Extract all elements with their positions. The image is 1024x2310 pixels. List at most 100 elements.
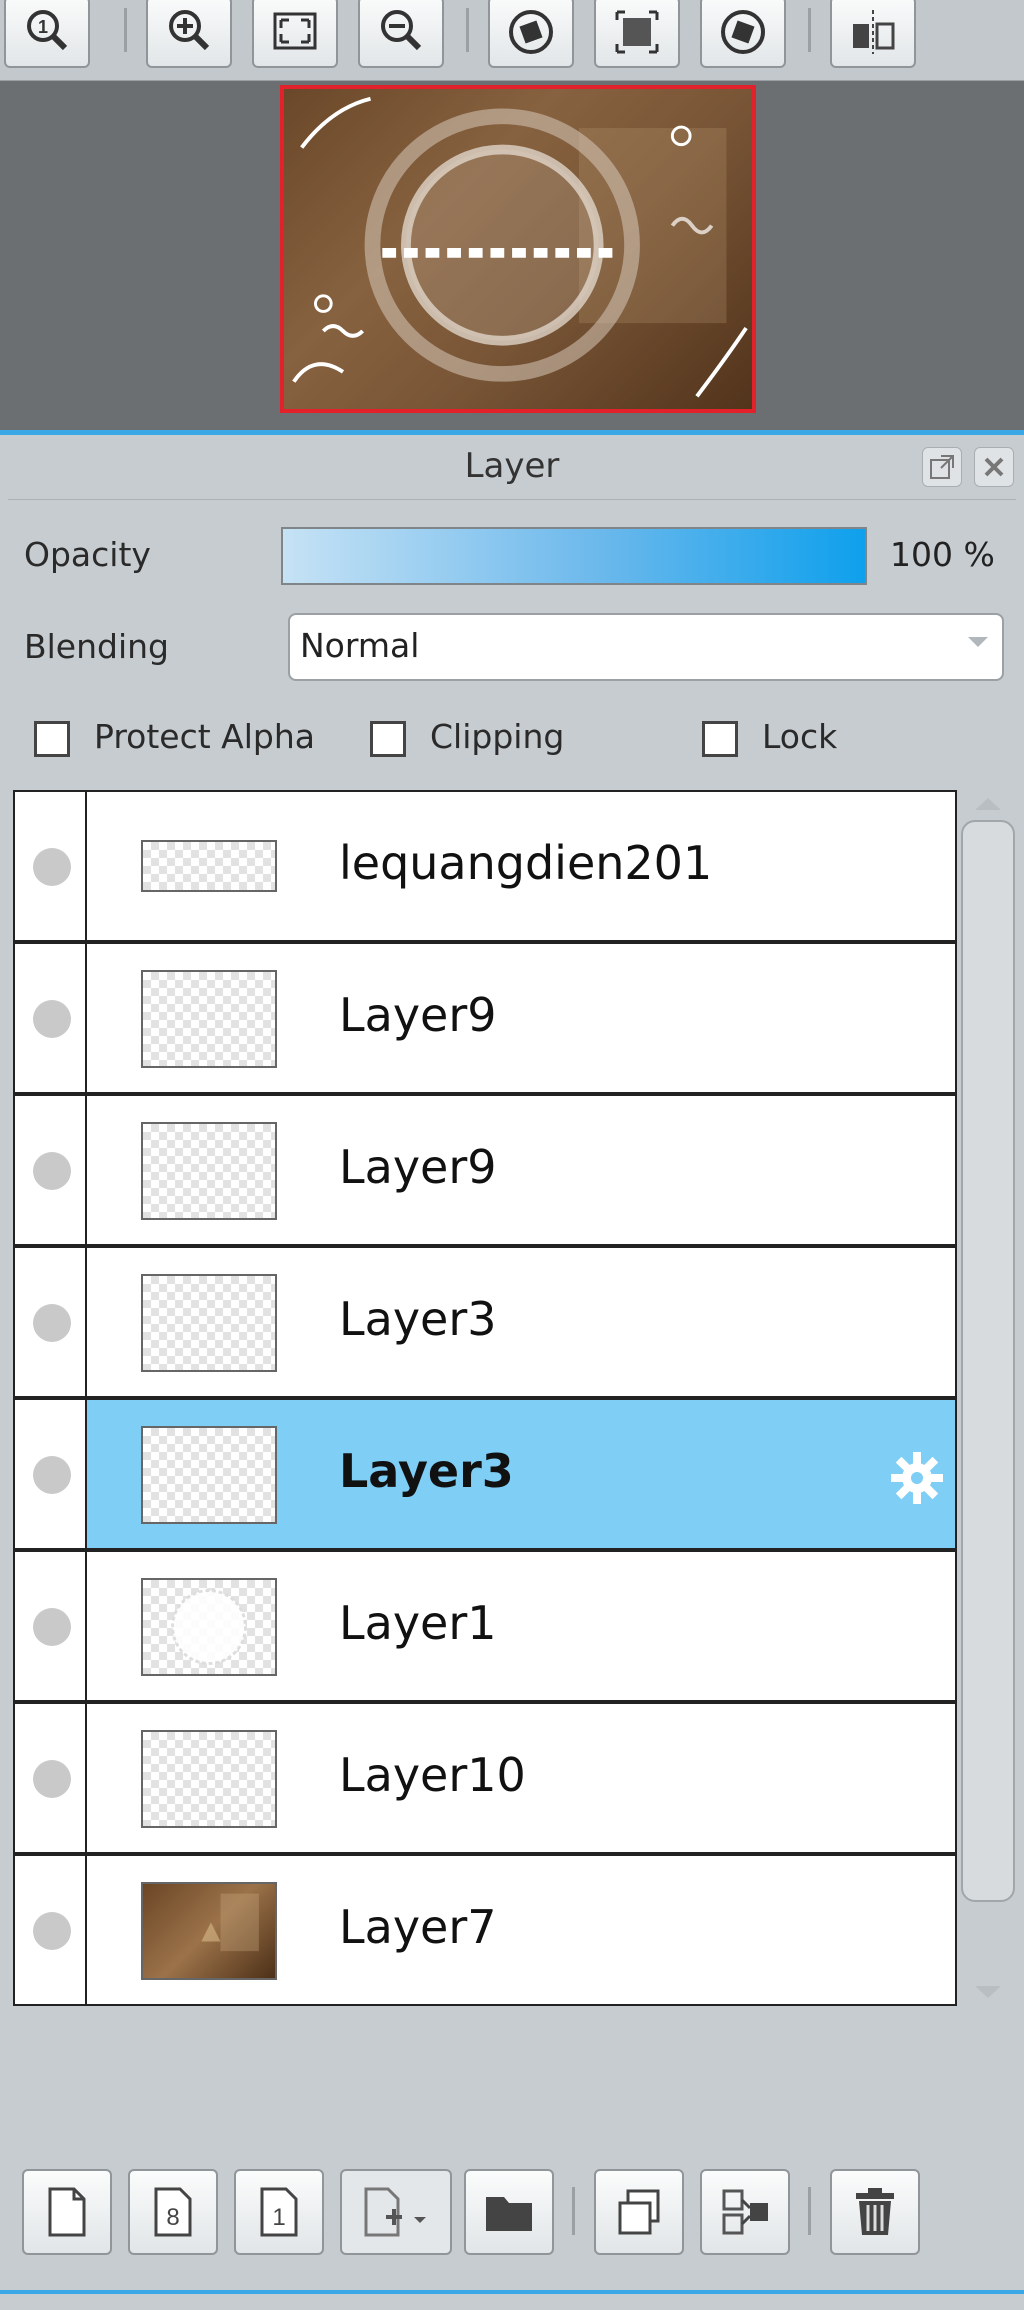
magnifier-plus-icon (169, 10, 210, 51)
layer-name: Layer1 (339, 1596, 497, 1650)
navigator-panel (0, 81, 1024, 430)
layer-row[interactable]: Layer9 (13, 942, 957, 1094)
new-folder-button[interactable] (464, 2169, 554, 2255)
lock-label: Lock (762, 717, 838, 756)
title-divider (8, 499, 1016, 500)
page-8-icon: 8 (154, 2187, 192, 2237)
layer-panel: Layer Opacity 100 % Blending Normal Prot… (0, 430, 1024, 2290)
visibility-toggle[interactable] (15, 1704, 87, 1852)
layer-thumbnail (141, 1274, 277, 1372)
add-layer-menu-button[interactable] (340, 2169, 452, 2255)
layer-name: lequangdien201 (339, 836, 713, 890)
protect-alpha-checkbox[interactable] (34, 721, 70, 757)
layer-row-selected[interactable]: Layer3 (13, 1398, 957, 1550)
svg-text:8: 8 (166, 2204, 179, 2231)
trash-icon (856, 2188, 894, 2235)
visibility-toggle[interactable] (15, 944, 87, 1092)
visibility-toggle[interactable] (15, 1856, 87, 2004)
layer-thumbnail (141, 840, 277, 892)
toolbar-separator (124, 8, 127, 52)
layer-row[interactable]: lequangdien201 (13, 790, 957, 942)
close-icon (984, 457, 1004, 477)
visibility-dot-icon (33, 848, 71, 886)
layer-name: Layer3 (339, 1444, 514, 1498)
layer-name: Layer3 (339, 1292, 497, 1346)
zoom-out-button[interactable] (358, 0, 444, 68)
toolbar-separator (572, 2187, 575, 2235)
flip-horizontal-icon (853, 10, 895, 54)
scroll-down-arrow-icon[interactable] (975, 1986, 1001, 1998)
new-1bit-layer-button[interactable]: 1 (234, 2169, 324, 2255)
reset-view-button[interactable] (594, 0, 680, 68)
zoom-actual-size-button[interactable]: 1 (4, 0, 90, 68)
layer-row[interactable]: Layer1 (13, 1550, 957, 1702)
flip-horizontal-button[interactable] (830, 0, 916, 68)
next-panel-header (0, 2290, 1024, 2310)
visibility-dot-icon (33, 1912, 71, 1950)
new-layer-button[interactable] (22, 2169, 112, 2255)
duplicate-layer-button[interactable] (594, 2169, 684, 2255)
new-page-icon (48, 2187, 86, 2237)
magnifier-minus-icon (381, 10, 422, 51)
layer-row[interactable]: Layer7 (13, 1854, 957, 2006)
layer-row[interactable]: Layer9 (13, 1094, 957, 1246)
page-1-icon: 1 (260, 2187, 298, 2237)
layer-thumbnail (141, 970, 277, 1068)
view-toolbar: 1 (0, 0, 1024, 81)
layer-row[interactable]: Layer10 (13, 1702, 957, 1854)
zoom-in-button[interactable] (146, 0, 232, 68)
layer-thumbnail (141, 1730, 277, 1828)
svg-text:1: 1 (38, 17, 48, 37)
visibility-toggle[interactable] (15, 1552, 87, 1700)
rotate-right-icon (721, 10, 765, 54)
undock-panel-button[interactable] (922, 447, 962, 487)
magnifier-1-icon: 1 (27, 10, 68, 51)
scrollbar-thumb[interactable] (961, 820, 1015, 1902)
rotate-left-icon (509, 10, 553, 54)
folder-icon (486, 2197, 532, 2231)
merge-down-button[interactable] (700, 2169, 790, 2255)
rotate-left-button[interactable] (488, 0, 574, 68)
visibility-dot-icon (33, 1304, 71, 1342)
layer-thumbnail (141, 1122, 277, 1220)
rotate-right-button[interactable] (700, 0, 786, 68)
visibility-dot-icon (33, 1760, 71, 1798)
visibility-dot-icon (33, 1000, 71, 1038)
visibility-toggle[interactable] (15, 1096, 87, 1244)
visibility-dot-icon (33, 1152, 71, 1190)
blending-select[interactable]: Normal (288, 613, 1004, 681)
layer-name: Layer9 (339, 1140, 497, 1194)
panel-title: Layer (464, 446, 560, 486)
toolbar-separator (808, 2187, 811, 2235)
layer-list-scrollbar[interactable] (957, 790, 1019, 2006)
page-plus-dropdown-icon (364, 2187, 426, 2237)
delete-layer-button[interactable] (830, 2169, 920, 2255)
fit-window-button[interactable] (252, 0, 338, 68)
lock-checkbox[interactable] (702, 721, 738, 757)
toolbar-separator (808, 8, 811, 52)
close-panel-button[interactable] (974, 447, 1014, 487)
visibility-toggle[interactable] (15, 1248, 87, 1396)
layer-row[interactable]: Layer3 (13, 1246, 957, 1398)
visibility-dot-icon (33, 1456, 71, 1494)
opacity-slider[interactable] (281, 527, 867, 585)
layer-name: Layer10 (339, 1748, 526, 1802)
scroll-up-arrow-icon[interactable] (975, 798, 1001, 810)
layer-thumbnail (141, 1426, 277, 1524)
new-8bit-layer-button[interactable]: 8 (128, 2169, 218, 2255)
visibility-dot-icon (33, 1608, 71, 1646)
chevron-down-icon (968, 637, 988, 647)
protect-alpha-label: Protect Alpha (94, 717, 315, 756)
layer-list: lequangdien201 Layer9 Layer9 Layer3 Laye… (13, 790, 957, 2006)
toolbar-separator (466, 8, 469, 52)
visibility-toggle[interactable] (15, 792, 87, 940)
fit-screen-icon (273, 12, 317, 50)
clipping-label: Clipping (430, 717, 565, 756)
gear-icon[interactable] (887, 1448, 947, 1508)
canvas-preview[interactable] (280, 85, 756, 413)
clipping-checkbox[interactable] (370, 721, 406, 757)
layer-thumbnail (141, 1882, 277, 1980)
opacity-value: 100 % (890, 535, 995, 574)
popout-icon (930, 455, 954, 479)
visibility-toggle[interactable] (15, 1400, 87, 1548)
